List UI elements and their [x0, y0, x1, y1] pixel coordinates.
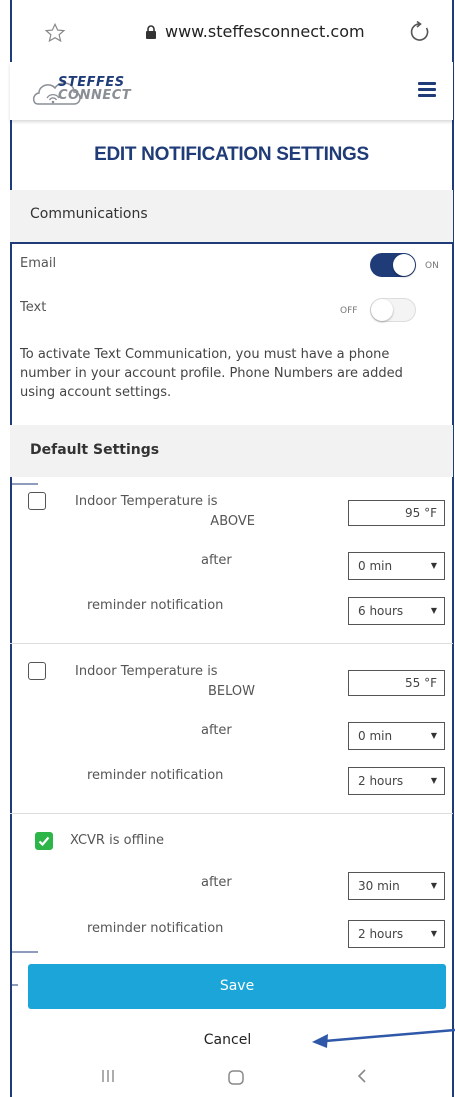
reminder-label: reminder notification [87, 921, 224, 936]
reminder-select[interactable]: 6 hours ▼ [348, 597, 445, 625]
browser-url-bar: www.steffesconnect.com [0, 0, 455, 62]
chevron-down-icon: ▼ [430, 776, 437, 785]
email-toggle[interactable] [370, 253, 416, 277]
checkmark-icon [38, 836, 50, 847]
reminder-value: 2 hours [358, 927, 404, 941]
reminder-select[interactable]: 2 hours ▼ [348, 767, 445, 795]
url-text: www.steffesconnect.com [165, 22, 365, 41]
text-activation-info: To activate Text Communication, you must… [20, 347, 403, 400]
alert-divider [10, 643, 453, 644]
section-underline [10, 242, 453, 244]
chevron-down-icon: ▼ [430, 731, 437, 740]
text-toggle[interactable] [370, 298, 416, 322]
alert-title: Indoor Temperature is ABOVE [75, 492, 255, 532]
site-header: STEFFES CONNECT [10, 62, 453, 120]
after-delay-select[interactable]: 30 min ▼ [348, 872, 445, 900]
alert-title-line-1: Indoor Temperature is [75, 494, 218, 509]
hamburger-menu-icon[interactable] [418, 82, 436, 97]
toggle-knob [371, 299, 393, 321]
reminder-label: reminder notification [87, 768, 224, 783]
alert-divider [10, 813, 453, 814]
android-nav-bar [0, 1060, 455, 1097]
save-button[interactable]: Save [28, 964, 446, 1009]
chevron-down-icon: ▼ [430, 929, 437, 938]
cancel-button[interactable]: Cancel [0, 1032, 455, 1048]
temperature-threshold-input[interactable]: 55 °F [348, 670, 445, 696]
chevron-down-icon: ▼ [430, 606, 437, 615]
alert-title-line-2: ABOVE [210, 514, 255, 529]
alert-checkbox[interactable] [28, 662, 46, 680]
alert-checkbox[interactable] [28, 492, 46, 510]
reminder-value: 6 hours [358, 604, 404, 618]
recent-apps-icon[interactable] [100, 1068, 116, 1084]
toggle-knob [393, 254, 415, 276]
email-label: Email [20, 256, 57, 271]
logo-text: STEFFES CONNECT [58, 76, 131, 102]
logo-line-2: CONNECT [58, 88, 132, 103]
after-delay-value: 0 min [358, 559, 393, 573]
after-delay-select[interactable]: 0 min ▼ [348, 722, 445, 750]
communications-heading: Communications [30, 206, 148, 222]
alert-title: XCVR is offline [70, 833, 164, 848]
reminder-label: reminder notification [87, 598, 224, 613]
after-label: after [201, 875, 232, 890]
email-toggle-state: ON [425, 261, 439, 271]
default-settings-section-header: Default Settings [10, 425, 453, 477]
chevron-down-icon: ▼ [430, 561, 437, 570]
alert-checkbox-checked[interactable] [35, 832, 53, 850]
reload-icon[interactable] [408, 20, 432, 44]
text-label: Text [20, 300, 47, 315]
bookmark-star-icon[interactable] [44, 22, 66, 44]
url-display[interactable]: www.steffesconnect.com [145, 22, 365, 41]
default-settings-heading: Default Settings [30, 442, 160, 458]
reminder-value: 2 hours [358, 774, 404, 788]
lock-icon [146, 24, 156, 39]
after-delay-value: 0 min [358, 729, 393, 743]
text-toggle-state: OFF [340, 306, 358, 316]
after-label: after [201, 553, 232, 568]
chevron-down-icon: ▼ [430, 881, 437, 890]
after-delay-select[interactable]: 0 min ▼ [348, 552, 445, 580]
reminder-select[interactable]: 2 hours ▼ [348, 920, 445, 948]
alert-title-line-2: BELOW [208, 684, 255, 699]
home-icon[interactable] [227, 1068, 245, 1086]
page-title: EDIT NOTIFICATION SETTINGS [94, 144, 369, 165]
temperature-threshold-input[interactable]: 95 °F [348, 500, 445, 526]
after-delay-value: 30 min [358, 879, 400, 893]
communications-section-header: Communications [10, 190, 453, 242]
after-label: after [201, 723, 232, 738]
alert-title-line-1: Indoor Temperature is [75, 664, 218, 679]
alert-title: Indoor Temperature is BELOW [75, 662, 255, 702]
back-icon[interactable] [355, 1068, 369, 1084]
